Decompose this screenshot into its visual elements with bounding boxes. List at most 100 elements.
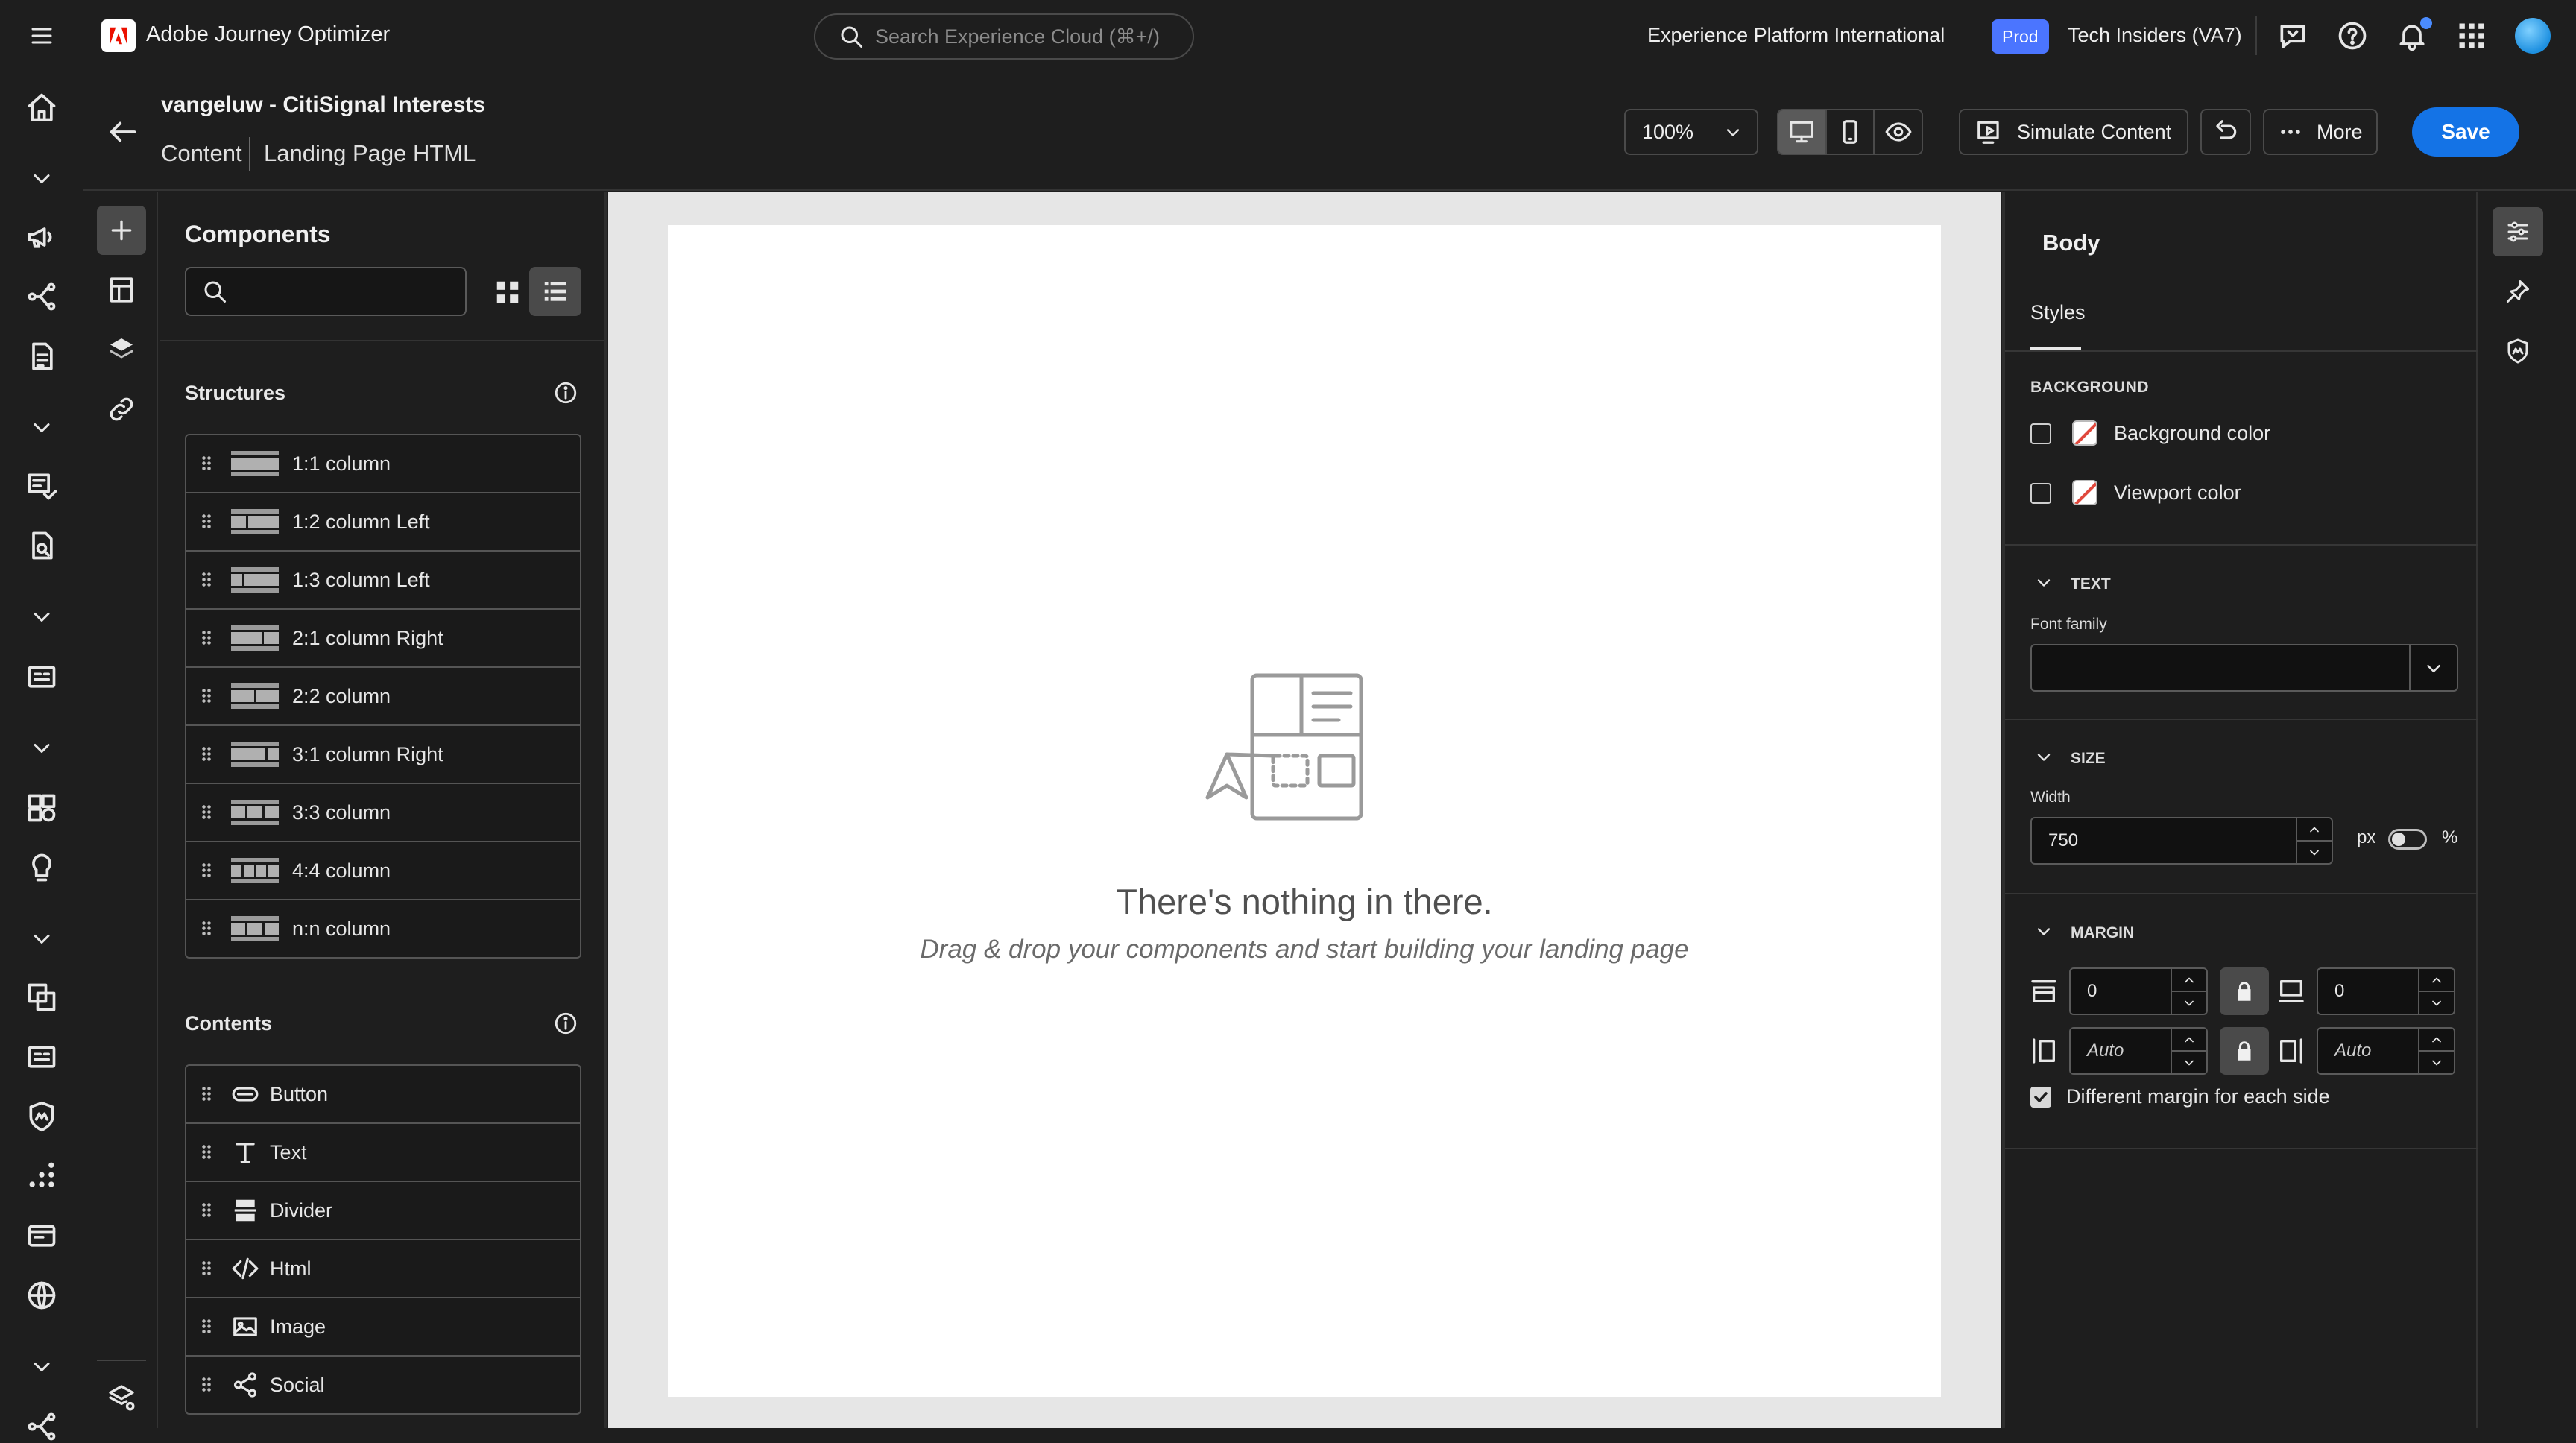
org-switcher[interactable]: Experience Platform International	[1647, 24, 1945, 47]
chevron-down-icon[interactable]	[28, 411, 55, 444]
links-button[interactable]	[97, 385, 146, 434]
margin-top-value[interactable]: 0	[2071, 981, 2171, 1002]
content-document-icon[interactable]	[25, 340, 58, 373]
drag-handle-icon[interactable]	[201, 1260, 212, 1277]
drag-handle-icon[interactable]	[201, 746, 212, 762]
margin-right-stepper[interactable]: Auto	[2317, 1027, 2455, 1075]
drag-handle-icon[interactable]	[201, 862, 212, 879]
templates-icon[interactable]	[25, 470, 58, 502]
margin-section-label[interactable]: MARGIN	[2071, 924, 2134, 942]
increment-button[interactable]	[2297, 818, 2332, 842]
components-search-input[interactable]	[237, 280, 461, 303]
margin-top-stepper[interactable]: 0	[2069, 967, 2208, 1015]
increment-button[interactable]	[2419, 1029, 2454, 1052]
drag-handle-icon[interactable]	[201, 1377, 212, 1393]
margin-left-value[interactable]: Auto	[2071, 1041, 2171, 1061]
journey-icon[interactable]	[25, 280, 58, 313]
drag-handle-icon[interactable]	[201, 514, 212, 530]
lock-vertical-margin-button[interactable]	[2220, 967, 2269, 1015]
more-nav-icon[interactable]	[25, 1410, 58, 1443]
preview-button[interactable]	[1875, 110, 1922, 154]
margin-bottom-value[interactable]: 0	[2318, 981, 2418, 1002]
desktop-view-button[interactable]	[1778, 110, 1827, 154]
device-mode-toggle[interactable]	[1777, 109, 1923, 155]
size-section-label[interactable]: SIZE	[2071, 750, 2106, 768]
editor-canvas[interactable]: There's nothing in there. Drag & drop yo…	[608, 192, 2001, 1428]
chevron-down-icon[interactable]	[28, 162, 55, 195]
unit-toggle[interactable]	[2388, 829, 2427, 850]
info-icon[interactable]	[553, 1011, 578, 1036]
profiles-icon[interactable]	[25, 660, 58, 693]
content-item[interactable]: Divider	[185, 1181, 581, 1240]
badge-icon[interactable]	[25, 1100, 58, 1133]
pin-button[interactable]	[2493, 267, 2543, 316]
structure-item[interactable]: 2:1 column Right	[185, 608, 581, 668]
chevron-down-icon[interactable]	[28, 1351, 55, 1383]
dashboard-icon[interactable]	[25, 792, 58, 824]
background-color-checkbox[interactable]	[2030, 423, 2051, 444]
background-color-swatch[interactable]	[2072, 420, 2097, 446]
undo-button[interactable]	[2200, 109, 2251, 155]
content-item[interactable]: Text	[185, 1122, 581, 1182]
structure-item[interactable]: 1:1 column	[185, 434, 581, 493]
fragments-tool-button[interactable]	[97, 265, 146, 315]
chevron-down-icon[interactable]	[2033, 921, 2054, 942]
help-icon[interactable]	[2336, 19, 2369, 52]
drag-handle-icon[interactable]	[201, 1086, 212, 1102]
drag-handle-icon[interactable]	[201, 1202, 212, 1219]
mobile-view-button[interactable]	[1827, 110, 1875, 154]
increment-button[interactable]	[2172, 969, 2206, 992]
info-icon[interactable]	[553, 380, 578, 405]
badge-button[interactable]	[2493, 326, 2543, 376]
zoom-select[interactable]: 100%	[1624, 109, 1758, 155]
viewport-color-checkbox[interactable]	[2030, 483, 2051, 504]
layers-button[interactable]	[97, 325, 146, 374]
decrement-button[interactable]	[2419, 992, 2454, 1014]
viewport-color-swatch[interactable]	[2072, 480, 2097, 505]
chevron-down-icon[interactable]	[28, 732, 55, 765]
content-item[interactable]: Image	[185, 1297, 581, 1357]
decrement-button[interactable]	[2172, 1052, 2206, 1073]
drag-handle-icon[interactable]	[201, 1319, 212, 1335]
drag-handle-icon[interactable]	[201, 630, 212, 646]
structure-item[interactable]: 1:2 column Left	[185, 492, 581, 552]
hamburger-menu-icon[interactable]	[28, 22, 55, 49]
drag-handle-icon[interactable]	[201, 455, 212, 472]
structure-item[interactable]: n:n column	[185, 899, 581, 959]
chevron-down-icon[interactable]	[28, 923, 55, 956]
save-button[interactable]: Save	[2412, 107, 2519, 157]
global-search-input[interactable]	[875, 25, 1173, 48]
increment-button[interactable]	[2172, 1029, 2206, 1052]
font-family-select[interactable]	[2030, 644, 2458, 692]
globe-icon[interactable]	[25, 1279, 58, 1312]
apps-grid-icon[interactable]	[2455, 19, 2488, 52]
channels-icon[interactable]	[25, 1219, 58, 1252]
grid-view-button[interactable]	[483, 268, 532, 316]
global-search[interactable]	[814, 13, 1194, 60]
structure-item[interactable]: 3:3 column	[185, 783, 581, 842]
content-item[interactable]: Html	[185, 1239, 581, 1298]
content-item[interactable]: Social	[185, 1355, 581, 1415]
margin-left-stepper[interactable]: Auto	[2069, 1027, 2208, 1075]
breadcrumb-content[interactable]: Content	[161, 140, 242, 167]
avatar[interactable]	[2515, 18, 2551, 54]
style-settings-button[interactable]	[2493, 207, 2543, 256]
page-body[interactable]: There's nothing in there. Drag & drop yo…	[668, 225, 1941, 1397]
structure-item[interactable]: 1:3 column Left	[185, 550, 581, 610]
decision-icon[interactable]	[25, 851, 58, 884]
feedback-icon[interactable]	[2276, 19, 2309, 52]
increment-button[interactable]	[2419, 969, 2454, 992]
margin-right-value[interactable]: Auto	[2318, 1041, 2418, 1061]
decrement-button[interactable]	[2419, 1052, 2454, 1073]
home-icon[interactable]	[25, 91, 58, 124]
lock-horizontal-margin-button[interactable]	[2220, 1027, 2269, 1075]
more-button[interactable]: More	[2263, 109, 2378, 155]
different-margin-checkbox[interactable]	[2030, 1087, 2051, 1108]
chevron-down-icon[interactable]	[2033, 747, 2054, 768]
back-arrow-icon[interactable]	[106, 115, 140, 149]
structure-item[interactable]: 4:4 column	[185, 841, 581, 900]
catalog-icon[interactable]	[25, 1041, 58, 1073]
drag-handle-icon[interactable]	[201, 572, 212, 588]
chevron-down-icon[interactable]	[28, 601, 55, 634]
tab-styles[interactable]: Styles	[2030, 301, 2086, 324]
